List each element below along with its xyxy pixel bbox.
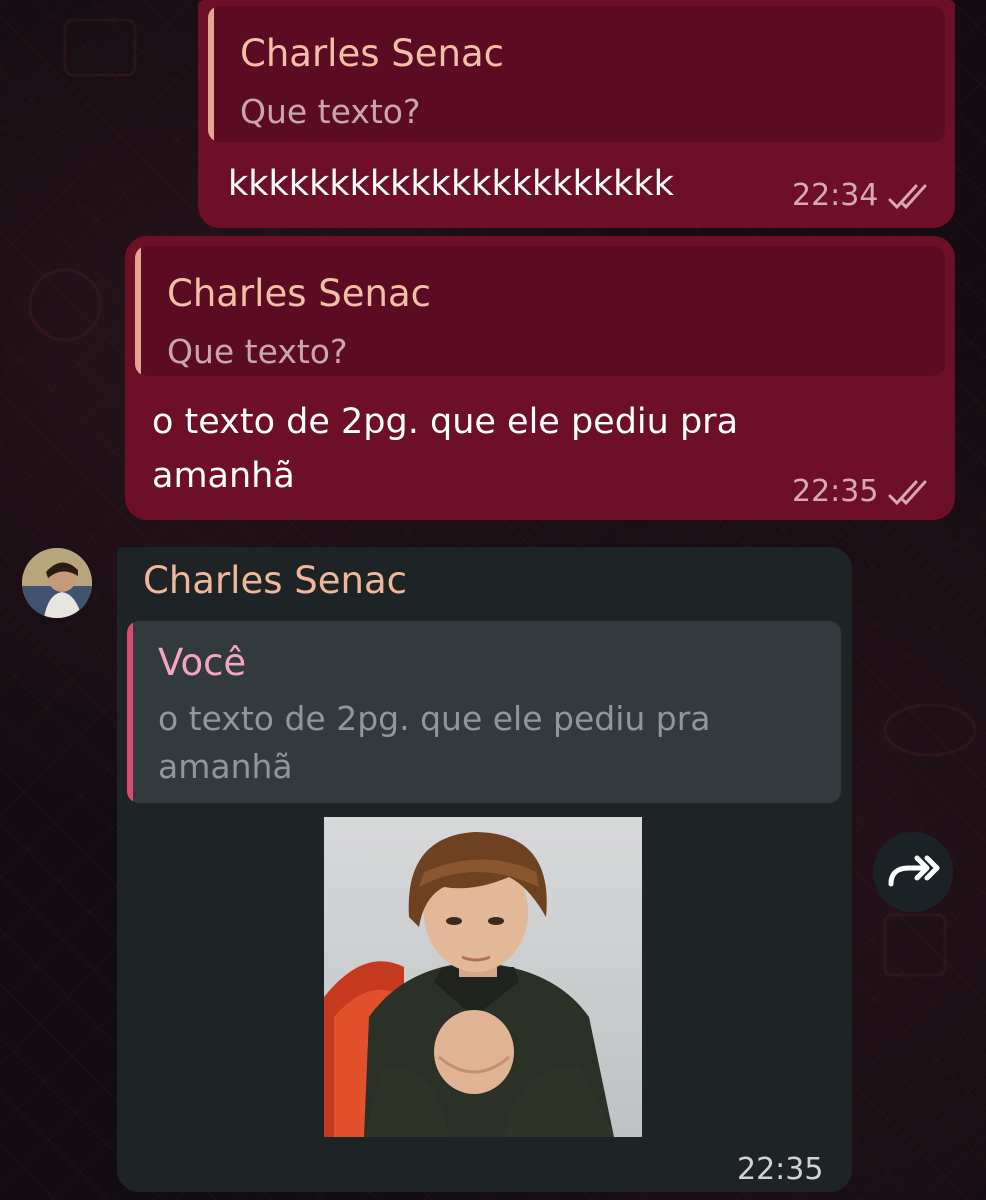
quote-author: Você [158, 641, 247, 684]
message-text-line: amanhã [152, 456, 295, 496]
sender-name: Charles Senac [143, 559, 407, 602]
outgoing-message-bubble[interactable]: Charles Senac Que texto? kkkkkkkkkkkkkkk… [198, 0, 955, 228]
football-doodle-icon [883, 703, 977, 757]
quote-text-line: o texto de 2pg. que ele pediu pra [158, 699, 711, 738]
quote-author: Charles Senac [240, 32, 504, 75]
message-time: 22:35 [737, 1152, 824, 1187]
quoted-reply[interactable]: Charles Senac Que texto? [208, 6, 945, 142]
double-check-icon [888, 480, 927, 506]
quote-accent-bar [208, 6, 214, 142]
forward-button[interactable] [873, 832, 953, 912]
avatar-photo [22, 548, 92, 618]
message-time: 22:35 [792, 474, 879, 509]
quoted-reply[interactable]: Charles Senac Que texto? [135, 246, 945, 376]
quote-accent-bar [127, 621, 133, 803]
message-text-line: o texto de 2pg. que ele pediu pra [152, 402, 739, 442]
quote-author: Charles Senac [167, 272, 431, 315]
quote-accent-bar [135, 246, 141, 376]
quote-text: Que texto? [240, 92, 421, 131]
photo-image [324, 817, 642, 1137]
message-time: 22:34 [792, 178, 879, 213]
smiley-doodle-icon [28, 268, 102, 342]
forward-icon [888, 855, 940, 887]
message-text: kkkkkkkkkkkkkkkkkkkkkk [228, 164, 674, 204]
cup-doodle-icon [883, 913, 947, 977]
calendar-doodle-icon [63, 18, 137, 77]
quote-text: Que texto? [167, 332, 348, 371]
quoted-reply[interactable]: Você o texto de 2pg. que ele pediu pra a… [127, 621, 841, 803]
photo-attachment[interactable] [324, 817, 642, 1137]
outgoing-message-bubble[interactable]: Charles Senac Que texto? o texto de 2pg.… [125, 236, 955, 520]
incoming-message-bubble[interactable]: Charles Senac Você o texto de 2pg. que e… [117, 547, 852, 1192]
double-check-icon [888, 184, 927, 210]
quote-text-line: amanhã [158, 747, 293, 786]
avatar[interactable] [22, 548, 92, 618]
